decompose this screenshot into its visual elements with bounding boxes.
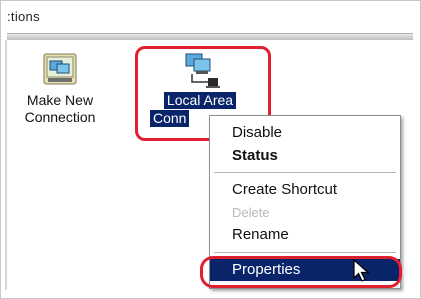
menu-separator xyxy=(214,172,396,174)
make-new-connection-label-line2: Connection xyxy=(24,109,96,125)
make-new-connection-label-line1: Make New xyxy=(26,92,94,108)
pane-edge xyxy=(5,40,7,290)
make-new-connection-icon xyxy=(43,53,77,85)
menu-separator xyxy=(214,252,396,254)
menu-item-rename[interactable]: Rename xyxy=(210,224,400,246)
menu-item-delete: Delete xyxy=(232,205,270,220)
make-new-connection-item[interactable]: Make New Connection xyxy=(12,52,108,126)
header-divider xyxy=(7,33,413,40)
mouse-pointer-icon xyxy=(353,259,370,282)
properties-annotation xyxy=(200,256,402,288)
menu-item-disable[interactable]: Disable xyxy=(210,122,400,144)
menu-item-status[interactable]: Status xyxy=(210,145,400,167)
menu-item-create-shortcut[interactable]: Create Shortcut xyxy=(210,179,400,201)
window-title: :tions xyxy=(7,9,40,24)
